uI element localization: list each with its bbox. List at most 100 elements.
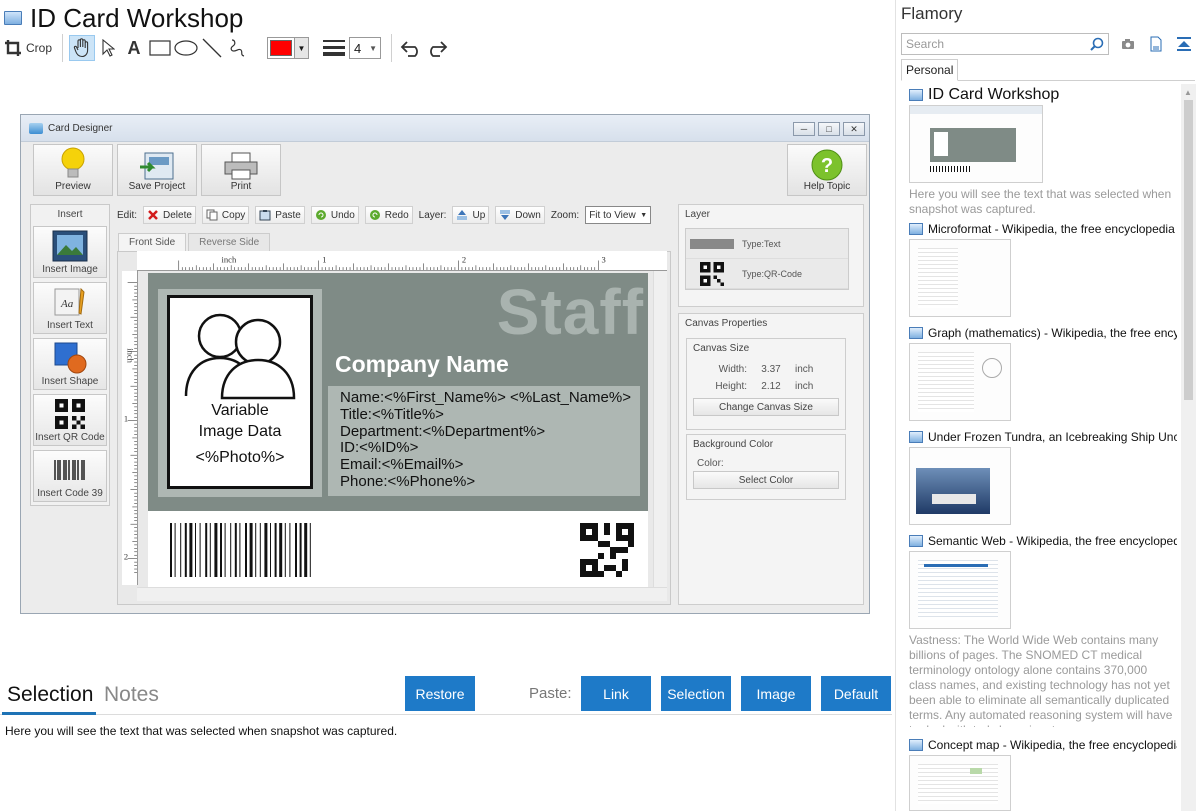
line-width-picker[interactable]: 4 ▼: [323, 37, 382, 59]
field-email: Email:<%Email%>: [340, 456, 464, 474]
color-picker[interactable]: ▼: [267, 37, 310, 59]
preview-button[interactable]: Preview: [33, 144, 113, 196]
company-name[interactable]: Company Name: [335, 351, 509, 378]
list-item-thumbnail: [909, 105, 1043, 183]
tab-front-side[interactable]: Front Side: [118, 233, 187, 251]
list-item[interactable]: Under Frozen Tundra, an Icebreaking Ship…: [909, 429, 1177, 525]
card-designer-title: Card Designer: [48, 122, 113, 134]
layer-thumb: [690, 238, 734, 249]
crop-label: Crop: [26, 41, 53, 55]
canvas-vertical-scrollbar[interactable]: [653, 271, 667, 587]
insert-qr-code-button[interactable]: Insert QR Code: [33, 394, 107, 446]
rectangle-icon: [149, 40, 171, 56]
layer-row-qr[interactable]: Type:QR-Code: [686, 259, 848, 289]
card-designer-title-bar: Card Designer: [21, 115, 869, 142]
card-fields-box[interactable]: Name:<%First_Name%> <%Last_Name%> Title:…: [328, 386, 640, 496]
line-tool-button[interactable]: [199, 35, 225, 61]
document-button[interactable]: [1147, 35, 1165, 53]
chevron-down-icon: ▼: [640, 211, 648, 219]
width-unit: inch: [795, 364, 814, 375]
card-side-tabs: Front Side Reverse Side: [118, 233, 272, 251]
tab-reverse-side[interactable]: Reverse Side: [188, 233, 271, 251]
help-topic-button[interactable]: ? Help Topic: [787, 144, 867, 196]
sidebar-scrollbar[interactable]: ▲: [1181, 84, 1196, 811]
list-item[interactable]: ID Card Workshop Here you will see the t…: [909, 87, 1177, 217]
horizontal-ruler: inch 1 2 3: [137, 251, 667, 271]
text-icon: Aa: [54, 287, 85, 315]
paste-link-button[interactable]: Link: [581, 676, 651, 711]
card-watermark: Staff: [496, 276, 644, 348]
zoom-select[interactable]: Fit to View ▼: [585, 206, 652, 224]
select-tool-button[interactable]: [95, 35, 121, 61]
page-icon: [909, 223, 923, 235]
select-color-button[interactable]: Select Color: [693, 471, 839, 489]
camera-button[interactable]: [1119, 35, 1137, 53]
list-item-title: Semantic Web - Wikipedia, the free encyc…: [928, 534, 1177, 548]
copy-button[interactable]: Copy: [201, 206, 250, 224]
insert-image-button[interactable]: Insert Image: [33, 226, 107, 278]
layer-down-button[interactable]: Down: [495, 206, 545, 224]
card-designer-icon: [29, 122, 43, 134]
undo-button[interactable]: [398, 35, 424, 61]
list-item[interactable]: Concept map - Wikipedia, the free encycl…: [909, 737, 1177, 811]
svg-text:Aa: Aa: [60, 298, 74, 310]
paste-selection-button[interactable]: Selection: [661, 676, 731, 711]
card-barcode[interactable]: [168, 523, 416, 577]
layer-row-text-label: Type:Text: [742, 238, 781, 249]
photo-frame[interactable]: Variable Image Data <%Photo%>: [158, 289, 322, 497]
insert-shape-button[interactable]: Insert Shape: [33, 338, 107, 390]
layer-panel: Layer Type:Text Type:QR-Code: [678, 204, 864, 307]
scrollbar-thumb[interactable]: [1184, 100, 1193, 400]
search-icon[interactable]: [1090, 37, 1104, 51]
hand-tool-button[interactable]: [69, 35, 96, 61]
redo-button[interactable]: [424, 35, 450, 61]
tab-notes[interactable]: Notes: [104, 683, 159, 707]
search-input[interactable]: Search: [901, 33, 1109, 55]
id-card-canvas[interactable]: Staff Variable Image Data <%Photo%> Comp…: [148, 273, 648, 588]
tab-personal[interactable]: Personal: [901, 59, 959, 81]
window-title: ID Card Workshop: [30, 2, 244, 33]
page-icon: [909, 739, 923, 751]
list-item[interactable]: Semantic Web - Wikipedia, the free encyc…: [909, 533, 1177, 727]
print-button[interactable]: Print: [201, 144, 281, 196]
rectangle-tool-button[interactable]: [147, 35, 173, 61]
redo-snapshot-button[interactable]: Redo: [364, 206, 413, 224]
layer-row-text[interactable]: Type:Text: [686, 229, 848, 259]
camera-icon: [1122, 39, 1134, 49]
chevron-down-icon: ▼: [369, 43, 378, 53]
canvas-horizontal-scrollbar[interactable]: [137, 587, 667, 601]
crop-button[interactable]: Crop: [4, 35, 52, 61]
selection-text[interactable]: Here you will see the text that was sele…: [5, 724, 397, 738]
insert-text-button[interactable]: Aa Insert Text: [33, 282, 107, 334]
width-value[interactable]: 3.37: [747, 364, 795, 375]
undo-snapshot-button[interactable]: Undo: [310, 206, 359, 224]
line-width-select[interactable]: 4 ▼: [349, 37, 382, 59]
list-item-description: Here you will see the text that was sele…: [909, 187, 1172, 216]
text-tool-button[interactable]: A: [121, 35, 147, 61]
restore-button[interactable]: Restore: [405, 676, 475, 711]
ellipse-tool-button[interactable]: [173, 35, 199, 61]
layer-up-button[interactable]: Up: [452, 206, 490, 224]
paste-button[interactable]: Paste: [255, 206, 305, 224]
card-qr-code[interactable]: [580, 523, 634, 577]
height-value[interactable]: 2.12: [747, 381, 795, 392]
freehand-tool-button[interactable]: [225, 35, 251, 61]
save-project-button[interactable]: Save Project: [117, 144, 197, 196]
insert-code-39-button[interactable]: Insert Code 39: [33, 450, 107, 502]
change-canvas-size-button[interactable]: Change Canvas Size: [693, 398, 839, 416]
paste-label: Paste: [275, 209, 301, 221]
list-item[interactable]: Microformat - Wikipedia, the free encycl…: [909, 221, 1177, 317]
list-item-header: Under Frozen Tundra, an Icebreaking Ship…: [909, 429, 1177, 445]
drawing-toolbar: Crop A ▼ 4 ▼: [4, 34, 450, 62]
photo-text-line-2: Image Data: [198, 423, 282, 440]
photo-text-line-1: Variable: [211, 402, 269, 419]
delete-button[interactable]: Delete: [143, 206, 196, 224]
list-item-header: ID Card Workshop: [909, 87, 1177, 103]
list-item-title: ID Card Workshop: [928, 87, 1060, 103]
paste-image-button[interactable]: Image: [741, 676, 811, 711]
paste-default-button[interactable]: Default: [821, 676, 891, 711]
zoom-value: Fit to View: [589, 209, 636, 221]
collapse-button[interactable]: [1175, 35, 1193, 53]
tab-selection[interactable]: Selection: [7, 683, 93, 707]
list-item[interactable]: Graph (mathematics) - Wikipedia, the fre…: [909, 325, 1177, 421]
